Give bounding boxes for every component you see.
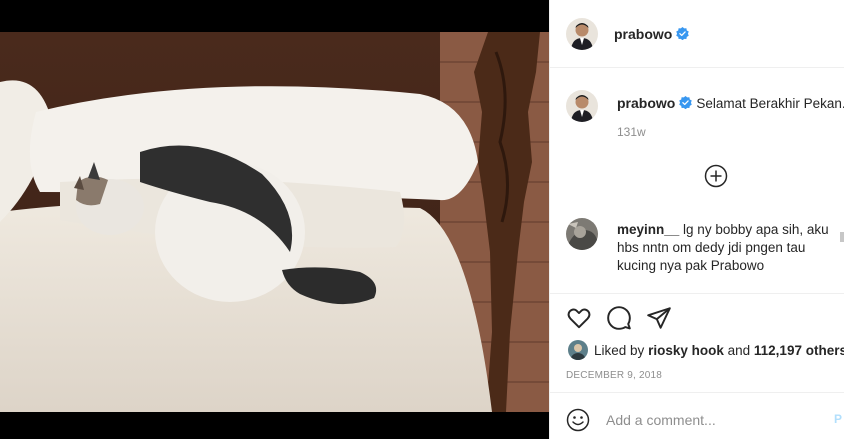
caption-body: Selamat Berakhir Pekan. bbox=[696, 96, 844, 111]
post-photo[interactable] bbox=[0, 32, 549, 412]
caption-text-row: prabowo Selamat Berakhir Pekan. bbox=[617, 95, 844, 111]
likes-prefix: Liked by bbox=[594, 342, 645, 358]
post-date[interactable]: DECEMBER 9, 2018 bbox=[566, 370, 662, 381]
caption-timestamp[interactable]: 131w bbox=[617, 125, 646, 139]
emoji-icon[interactable] bbox=[566, 408, 590, 432]
comment-icon[interactable] bbox=[606, 305, 632, 331]
verified-badge-icon bbox=[676, 27, 690, 40]
likes-summary: Liked by riosky hook and 112,197 others bbox=[568, 340, 844, 360]
add-comment-bar: P bbox=[550, 392, 844, 439]
add-comment-input[interactable] bbox=[606, 406, 816, 434]
scroll-indicator[interactable] bbox=[840, 232, 844, 242]
share-icon[interactable] bbox=[646, 305, 672, 331]
caption-author-avatar[interactable] bbox=[566, 90, 598, 122]
load-more-comments-icon[interactable] bbox=[704, 164, 728, 188]
author-username[interactable]: prabowo bbox=[614, 26, 672, 42]
comment-text-block: meyinn__ lg ny bobby apa sih, aku hbs nn… bbox=[617, 221, 837, 275]
post-media bbox=[0, 0, 549, 439]
post-comment-button[interactable]: P bbox=[834, 412, 842, 426]
commenter-username[interactable]: meyinn__ bbox=[617, 222, 679, 237]
post-side-panel: prabowo prabowo Selamat Berakhir Pekan. … bbox=[549, 0, 844, 439]
author-avatar[interactable] bbox=[566, 17, 598, 50]
commenter-avatar[interactable] bbox=[566, 218, 598, 250]
liker-username[interactable]: riosky hook bbox=[648, 343, 724, 358]
verified-badge-icon bbox=[679, 96, 693, 109]
likes-and: and bbox=[727, 342, 751, 358]
liker-avatar[interactable] bbox=[568, 340, 588, 360]
caption-username[interactable]: prabowo bbox=[617, 95, 675, 111]
likes-count[interactable]: 112,197 others bbox=[754, 343, 844, 358]
post-header: prabowo bbox=[550, 0, 844, 68]
heart-icon[interactable] bbox=[566, 305, 592, 331]
post-actions bbox=[550, 293, 844, 343]
